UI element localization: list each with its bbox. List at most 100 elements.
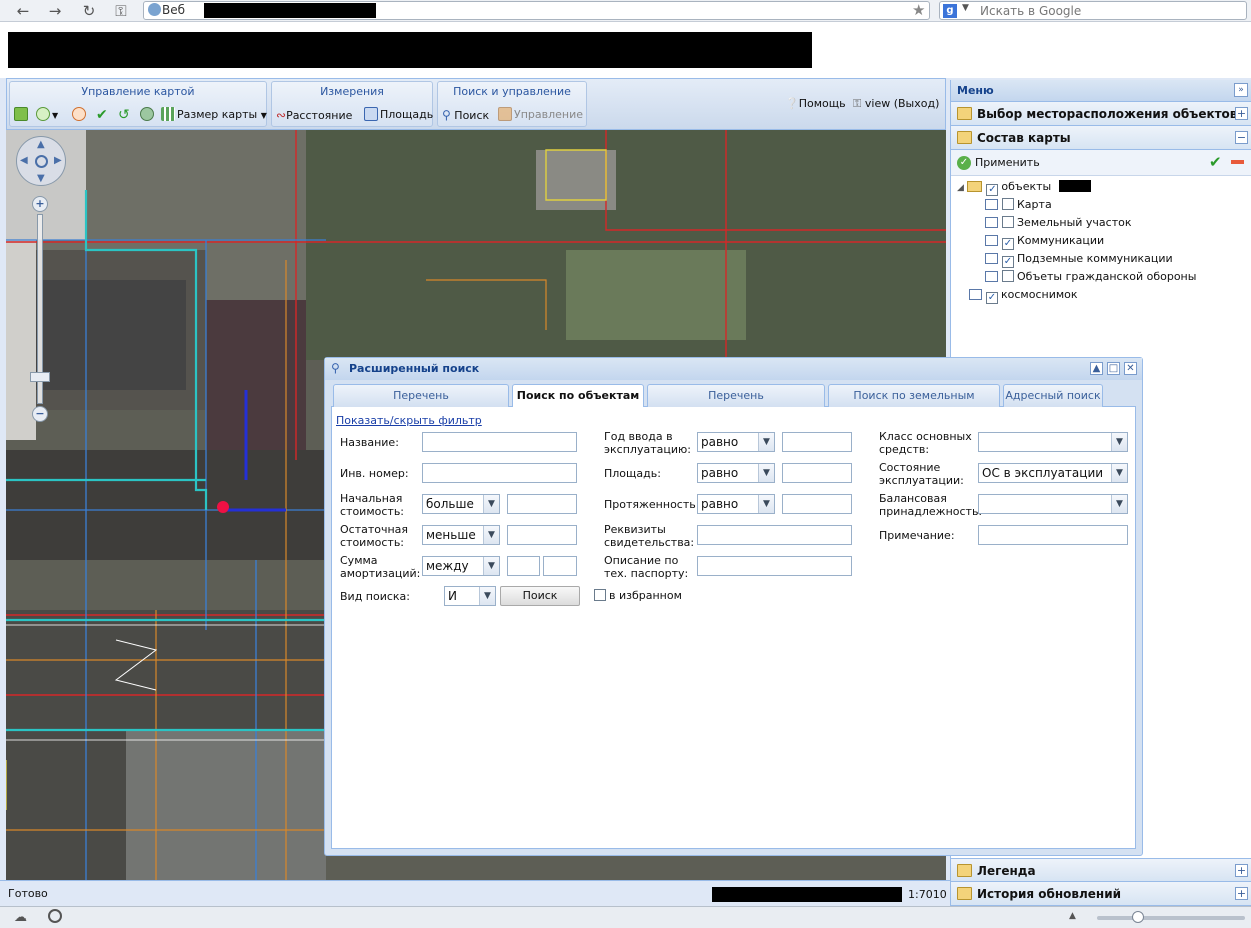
tab-object-search[interactable]: Поиск по объектам xyxy=(512,384,644,408)
tab-land-plot-search[interactable]: Поиск по земельным участкам xyxy=(828,384,1000,423)
area-input[interactable] xyxy=(782,463,852,483)
area-operator-select[interactable]: равно ▼ xyxy=(697,463,775,483)
start-cost-operator-select[interactable]: больше ▼ xyxy=(422,494,500,514)
manage-button[interactable]: Управление xyxy=(498,106,583,124)
inventory-number-input[interactable] xyxy=(422,463,577,483)
chevron-down-icon[interactable]: ▼ xyxy=(1111,464,1127,482)
year-operator-select[interactable]: равно ▼ xyxy=(697,432,775,452)
pan-left-icon[interactable]: ◀ xyxy=(20,155,28,166)
favorites-checkbox[interactable] xyxy=(594,589,606,601)
location-section-header[interactable]: Выбор месторасположения объектов + xyxy=(951,102,1251,126)
tree-node-communications[interactable]: ✓ Коммуникации xyxy=(985,232,1104,250)
logout-button[interactable]: ⚿ view (Выход) xyxy=(853,95,939,113)
toggle-filter-link[interactable]: Показать/скрыть фильтр xyxy=(336,414,482,427)
globe-tool-button[interactable] xyxy=(140,106,156,124)
zoom-out-map-button[interactable]: − xyxy=(32,406,48,422)
asset-class-select[interactable]: ▼ xyxy=(978,432,1128,452)
note-input[interactable] xyxy=(978,525,1128,545)
search-button[interactable]: ⚲ Поиск xyxy=(442,106,489,124)
bookmark-star-icon[interactable]: ★ xyxy=(912,1,925,19)
reload-icon[interactable]: ↻ xyxy=(78,2,100,20)
year-input[interactable] xyxy=(782,432,852,452)
search-type-select[interactable]: И ▼ xyxy=(444,586,496,606)
chevron-down-icon[interactable]: ▼ xyxy=(1111,495,1127,513)
check-tool-button[interactable]: ✔ xyxy=(96,106,108,124)
collapse-icon[interactable]: ▲ xyxy=(1090,362,1103,375)
layer-checkbox[interactable] xyxy=(1002,198,1014,210)
tree-node-underground[interactable]: ✓ Подземные коммуникации xyxy=(985,250,1173,268)
close-icon[interactable]: ✕ xyxy=(1124,362,1137,375)
apply-button[interactable]: Применить xyxy=(975,156,1040,169)
certificate-input[interactable] xyxy=(697,525,852,545)
start-cost-input[interactable] xyxy=(507,494,577,514)
layer-checkbox[interactable]: ✓ xyxy=(1002,238,1014,250)
search-engine-dropdown-icon[interactable]: ▼ xyxy=(962,3,969,13)
tree-node-map[interactable]: Карта xyxy=(985,196,1052,214)
pan-center-icon[interactable] xyxy=(35,155,48,168)
chevron-down-icon[interactable]: ▼ xyxy=(479,587,495,605)
chevron-down-icon[interactable]: ▼ xyxy=(1111,433,1127,451)
tree-expand-icon[interactable]: ◢ xyxy=(957,183,964,193)
chevron-down-icon[interactable]: ▼ xyxy=(483,557,499,575)
balance-affiliation-select[interactable]: ▼ xyxy=(978,494,1128,514)
layer-checkbox[interactable]: ✓ xyxy=(986,184,999,196)
pan-tool-button[interactable] xyxy=(14,106,30,124)
distance-button[interactable]: ∾Расстояние xyxy=(276,106,352,124)
layer-checkbox[interactable] xyxy=(1002,216,1014,228)
map-size-button[interactable]: Размер карты ▼ xyxy=(161,106,267,124)
zoom-arrow-icon[interactable]: ▲ xyxy=(1069,911,1076,921)
expand-plus-icon[interactable]: + xyxy=(1235,107,1248,120)
layer-checkbox[interactable]: ✓ xyxy=(1002,256,1014,268)
length-operator-select[interactable]: равно ▼ xyxy=(697,494,775,514)
operation-state-select[interactable]: ОС в эксплуатации ▼ xyxy=(978,463,1128,483)
chevron-down-icon[interactable]: ▼ xyxy=(483,495,499,513)
page-zoom-slider[interactable] xyxy=(1097,916,1245,920)
maximize-icon[interactable]: □ xyxy=(1107,362,1120,375)
tab-balance-holders[interactable]: Перечень балансодержателей xyxy=(333,384,509,423)
confirm-check-icon[interactable]: ✔ xyxy=(1209,153,1222,171)
chevron-down-icon[interactable]: ▼ xyxy=(758,464,774,482)
zoom-slider-handle[interactable] xyxy=(30,372,50,382)
refresh-tool-button[interactable]: ↺ xyxy=(118,106,130,124)
cloud-icon[interactable]: ☁ xyxy=(14,910,27,925)
amortization-to-input[interactable] xyxy=(543,556,577,576)
residual-cost-operator-select[interactable]: меньше ▼ xyxy=(422,525,500,545)
speed-dial-icon[interactable] xyxy=(48,909,62,923)
forward-arrow-icon[interactable]: → xyxy=(44,2,66,20)
pan-down-icon[interactable]: ▼ xyxy=(37,173,45,184)
search-submit-button[interactable]: Поиск xyxy=(500,586,580,606)
chevron-down-icon[interactable]: ▼ xyxy=(758,433,774,451)
expand-plus-icon[interactable]: + xyxy=(1235,887,1248,900)
chevron-down-icon[interactable]: ▼ xyxy=(758,495,774,513)
composition-section-header[interactable]: Состав карты − xyxy=(951,126,1251,150)
tree-node-satellite[interactable]: ✓ космоснимок xyxy=(969,286,1078,304)
layer-checkbox[interactable]: ✓ xyxy=(986,292,998,304)
area-button[interactable]: Площадь xyxy=(364,106,433,124)
layer-checkbox[interactable] xyxy=(1002,270,1014,282)
tree-node-land-plot[interactable]: Земельный участок xyxy=(985,214,1132,232)
tree-node-objects[interactable]: ◢ ✓ объекты xyxy=(957,178,1091,196)
google-search-box[interactable]: g ▼ Искать в Google xyxy=(939,1,1247,20)
pan-control[interactable]: ▲ ▼ ◀ ▶ xyxy=(16,136,66,186)
tab-address-search[interactable]: Адресный поиск xyxy=(1003,384,1103,407)
expand-plus-icon[interactable]: + xyxy=(1235,864,1248,877)
amortization-operator-select[interactable]: между ▼ xyxy=(422,556,500,576)
zoom-in-tool-button[interactable]: ▼ xyxy=(36,106,58,124)
collapse-panel-icon[interactable]: » xyxy=(1234,83,1248,97)
page-zoom-handle[interactable] xyxy=(1132,911,1144,923)
favorites-checkbox-row[interactable]: в избранном xyxy=(594,589,682,602)
dialog-header[interactable]: ⚲ Расширенный поиск ▲ □ ✕ xyxy=(325,358,1142,380)
amortization-from-input[interactable] xyxy=(507,556,540,576)
pan-up-icon[interactable]: ▲ xyxy=(37,139,45,150)
key-icon[interactable]: ⚿ xyxy=(110,2,132,20)
legend-section-header[interactable]: Легенда + xyxy=(951,858,1251,882)
passport-desc-input[interactable] xyxy=(697,556,852,576)
zoom-out-tool-button[interactable] xyxy=(72,106,88,124)
tab-land-users[interactable]: Перечень землепользователей xyxy=(647,384,825,423)
remove-icon[interactable] xyxy=(1231,160,1244,164)
zoom-in-map-button[interactable]: + xyxy=(32,196,48,212)
pan-right-icon[interactable]: ▶ xyxy=(54,155,62,166)
help-button[interactable]: ❔Помощь xyxy=(785,95,846,113)
tree-node-civil-defense[interactable]: Объеты гражданской обороны xyxy=(985,268,1196,286)
history-section-header[interactable]: История обновлений + xyxy=(951,882,1251,906)
